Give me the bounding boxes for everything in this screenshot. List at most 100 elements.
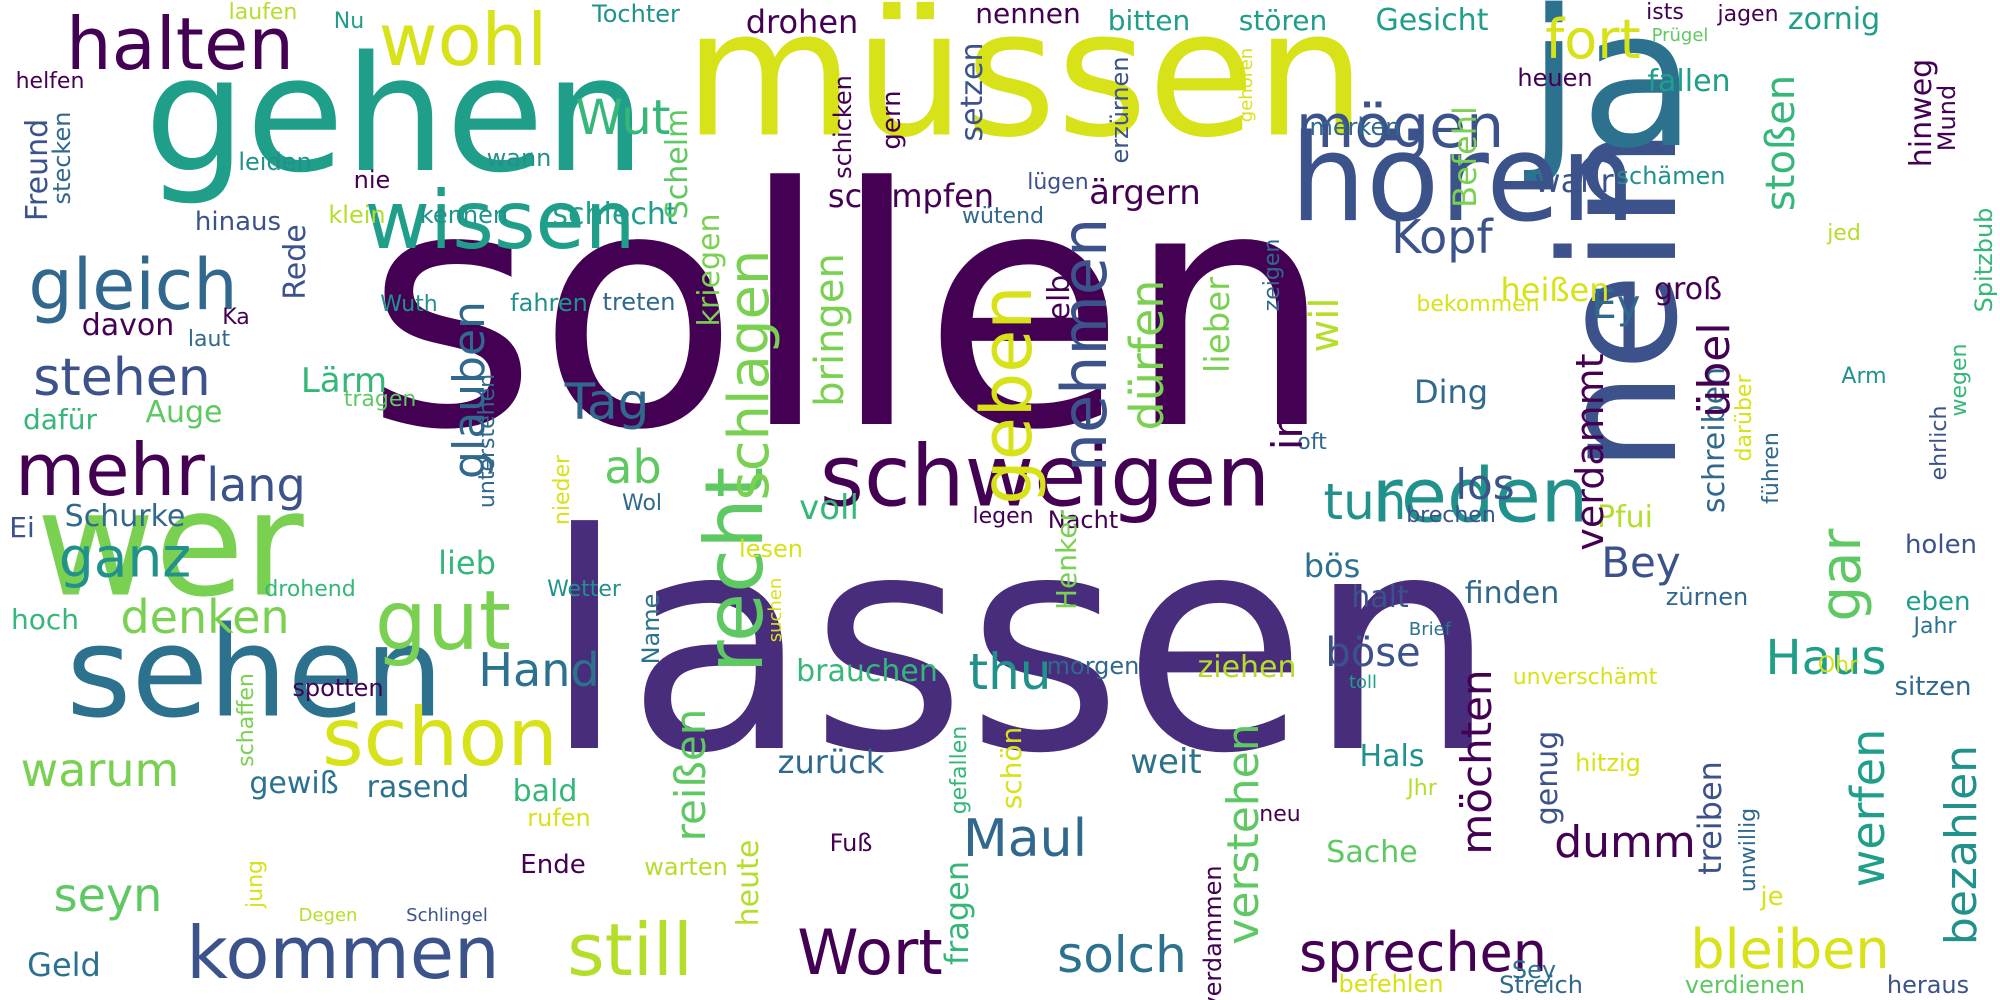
word-nieder: nieder — [550, 454, 575, 526]
word-rasend: rasend — [366, 770, 470, 805]
word-heute: heute — [731, 839, 766, 927]
word-gehoren: gehören — [1236, 47, 1257, 123]
word-rede: Rede — [278, 224, 313, 300]
word-stecken: stecken — [48, 111, 76, 205]
word-kopf: Kopf — [1391, 210, 1493, 264]
word-fahren: fahren — [510, 289, 588, 317]
word-streich: Streich — [1499, 971, 1583, 999]
word-sitzen: sitzen — [1894, 672, 1972, 702]
word-leiden: leiden — [238, 148, 312, 176]
word-selber: selber — [1042, 243, 1077, 337]
word-degen: Degen — [298, 905, 358, 926]
word-gross: groß — [1654, 272, 1722, 307]
word-voll: voll — [799, 488, 859, 528]
word-fragen: fragen — [938, 860, 976, 966]
word-schon2: schön — [995, 726, 1028, 810]
word-brechen: brechen — [1406, 503, 1496, 528]
word-bose: böse — [1325, 630, 1421, 676]
word-warten: warten — [644, 853, 728, 881]
word-reissen: reißen — [666, 708, 715, 842]
word-verdammen: verdammen — [1199, 865, 1227, 1000]
word-tun: tun — [1323, 473, 1407, 531]
word-lugen: lügen — [1027, 170, 1089, 195]
word-verdammt: verdammt — [1568, 353, 1612, 551]
word-bleiben: bleiben — [1690, 918, 1890, 981]
word-treiben: treiben — [1691, 761, 1729, 875]
word-lesen: lesen — [739, 535, 803, 563]
word-bekommen: bekommen — [1416, 292, 1540, 317]
word-sache: Sache — [1326, 835, 1418, 870]
word-fuhren: führen — [1759, 432, 1784, 504]
word-ei: Ei — [9, 511, 35, 544]
word-lieber: lieber — [1198, 276, 1238, 374]
word-halt: halt — [1351, 580, 1409, 615]
word-still: still — [567, 908, 693, 992]
word-werfen: werfen — [1841, 728, 1895, 888]
word-jagen: jagen — [1717, 2, 1779, 27]
word-gefallen: gefallen — [947, 725, 972, 815]
word-unterstehen: unterstehen — [475, 373, 500, 509]
word-storen: stören — [1238, 4, 1328, 37]
word-hoch: hoch — [10, 603, 80, 636]
word-rufen: rufen — [527, 804, 591, 832]
word-schicken: schicken — [829, 75, 857, 179]
word-gar: gar — [1809, 528, 1874, 622]
word-klein: klein — [328, 201, 386, 229]
word-befehlen: befehlen — [1338, 970, 1444, 998]
word-schlecht: schlecht — [552, 197, 678, 232]
word-nie: nie — [353, 166, 391, 194]
word-mund: Mund — [1933, 84, 1961, 152]
word-wegen: wegen — [1947, 343, 1972, 417]
word-gesicht: Gesicht — [1375, 3, 1489, 38]
word-bald: bald — [512, 774, 578, 809]
word-jed: jed — [1827, 221, 1861, 246]
word-drohend: drohend — [264, 577, 356, 602]
word-tag: Tag — [564, 373, 650, 431]
word-davon: davon — [81, 308, 175, 343]
word-je: je — [1760, 882, 1784, 912]
word-gern: gern — [877, 90, 907, 150]
word-jhr: Jhr — [1407, 776, 1437, 801]
word-fort: fort — [1545, 8, 1641, 71]
word-dafur: dafür — [22, 403, 98, 436]
word-ehrlich: ehrlich — [1927, 405, 1952, 481]
word-wol: Wol — [621, 491, 663, 516]
word-bringen: bringen — [807, 253, 853, 407]
word-stossen: stoßen — [1758, 74, 1804, 212]
word-mochten: möchten — [1452, 669, 1501, 855]
word-tochter: Tochter — [592, 0, 680, 28]
word-warum: warum — [20, 743, 180, 797]
word-eben: eben — [1905, 587, 1971, 617]
word-befehl: Befehl — [1446, 106, 1484, 208]
word-treten: treten — [602, 288, 676, 316]
word-brauchen: brauchen — [796, 654, 938, 689]
word-brief: Brief — [1408, 619, 1452, 640]
word-erzurnen: erzürnen — [1106, 56, 1134, 164]
word-mehr: mehr — [15, 428, 205, 512]
word-schlagen: schlagen — [717, 249, 782, 501]
word-geld: Geld — [27, 946, 101, 984]
word-jung: jung — [243, 860, 268, 908]
word-finden: finden — [1464, 576, 1560, 611]
word-merken: merken — [1309, 113, 1401, 141]
word-ganz: ganz — [58, 525, 192, 590]
word-kennen: kennen — [419, 201, 509, 229]
word-wohl: wohl — [378, 0, 548, 82]
word-zeigen: zeigen — [1260, 238, 1285, 312]
word-arm: Arm — [1841, 364, 1887, 389]
word-tragen: tragen — [343, 387, 417, 412]
word-ohr: Ohr — [1817, 653, 1859, 678]
word-hitzig: hitzig — [1575, 749, 1641, 777]
word-lieb: lieb — [438, 544, 496, 582]
word-verdienen: verdienen — [1684, 971, 1806, 999]
word-unwillig: unwillig — [1736, 807, 1761, 893]
word-fallen: fallen — [1647, 64, 1731, 99]
word-fuss: Fuß — [829, 829, 873, 857]
word-maul: Maul — [962, 809, 1088, 869]
word-hand: Hand — [478, 643, 600, 697]
word-zuruck: zurück — [777, 743, 885, 781]
word-toll: toll — [1348, 672, 1378, 693]
word-spitzbub: Spitzbub — [1970, 207, 1998, 313]
word-wetter: Wetter — [547, 577, 621, 602]
word-ding: Ding — [1413, 373, 1489, 411]
